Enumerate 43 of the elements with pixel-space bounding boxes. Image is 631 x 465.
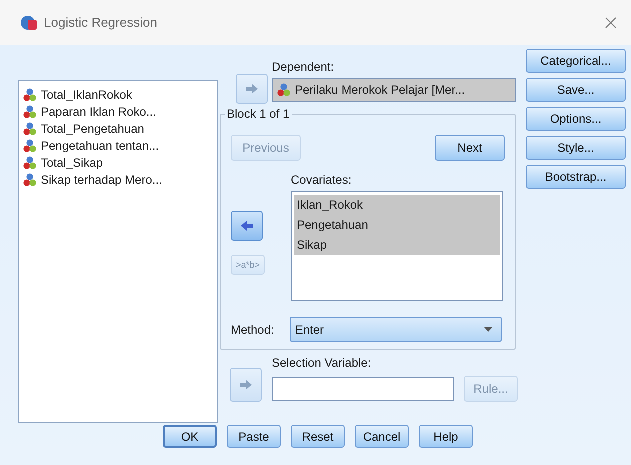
method-dropdown[interactable]: Enter xyxy=(290,317,502,342)
arrow-icon xyxy=(239,379,253,391)
covariate-item[interactable]: Iklan_Rokok xyxy=(294,195,500,215)
dialog-button[interactable]: Help xyxy=(419,425,473,448)
dialog-button[interactable]: Categorical... xyxy=(526,49,626,73)
dependent-field[interactable]: Perilaku Merokok Pelajar [Mer... xyxy=(272,78,516,102)
variable-icon xyxy=(23,139,37,153)
window-title: Logistic Regression xyxy=(44,15,158,30)
variable-item[interactable]: Total_Sikap xyxy=(23,155,213,171)
variable-icon xyxy=(277,83,291,97)
selection-variable-label: Selection Variable: xyxy=(272,356,372,370)
variable-icon xyxy=(23,173,37,187)
selection-variable-field[interactable] xyxy=(272,377,454,401)
dialog-button[interactable]: OK xyxy=(163,425,217,448)
covariate-item[interactable]: Sikap xyxy=(294,235,500,255)
variable-icon xyxy=(23,122,37,136)
dialog-button[interactable]: Options... xyxy=(526,107,626,131)
variable-icon xyxy=(23,105,37,119)
arrow-icon xyxy=(240,220,254,232)
variable-item[interactable]: Total_IklanRokok xyxy=(23,87,213,103)
variable-item[interactable]: Sikap terhadap Mero... xyxy=(23,172,213,188)
arrow-button[interactable] xyxy=(231,211,263,241)
dependent-label: Dependent: xyxy=(272,60,336,74)
variable-item[interactable]: Total_Pengetahuan xyxy=(23,121,213,137)
variable-icon xyxy=(23,88,37,102)
dialog-button[interactable]: Reset xyxy=(291,425,345,448)
dialog-button[interactable]: Paste xyxy=(227,425,281,448)
covariates-label: Covariates: xyxy=(291,173,353,187)
next-button[interactable]: Next xyxy=(435,135,505,161)
variable-item[interactable]: Paparan Iklan Roko... xyxy=(23,104,213,120)
dialog-button[interactable]: Style... xyxy=(526,136,626,160)
block-title: Block 1 of 1 xyxy=(225,107,292,121)
variable-item[interactable]: Pengetahuan tentan... xyxy=(23,138,213,154)
covariate-item[interactable]: Pengetahuan xyxy=(294,215,500,235)
method-label: Method: xyxy=(231,322,274,336)
app-icon xyxy=(20,14,38,32)
dialog-button[interactable]: Bootstrap... xyxy=(526,165,626,189)
dialog-button[interactable]: Save... xyxy=(526,78,626,102)
dialog-button[interactable]: Cancel xyxy=(355,425,409,448)
caret-icon xyxy=(484,327,494,332)
variable-icon xyxy=(23,156,37,170)
arrow-icon xyxy=(245,83,259,95)
close-icon[interactable] xyxy=(605,16,617,28)
